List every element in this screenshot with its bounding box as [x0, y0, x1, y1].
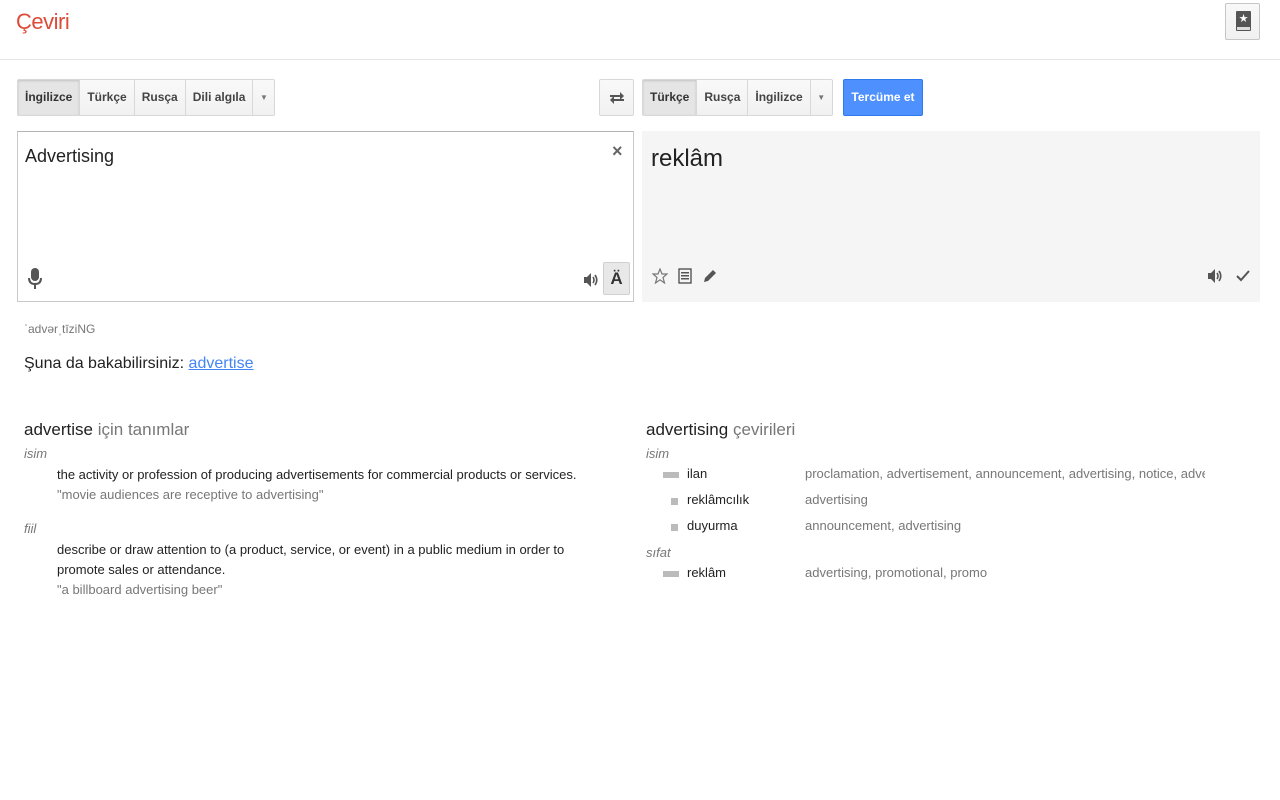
virtual-keyboard-button[interactable]: Ä [603, 262, 630, 295]
translations-title-word: advertising [646, 420, 729, 439]
phrasebook-icon: ★ [1236, 11, 1251, 31]
source-language-bar: İngilizce Türkçe Rusça Dili algıla ▼ [17, 79, 276, 116]
definition-text: describe or draw attention to (a product… [57, 542, 565, 577]
copy-icon[interactable] [678, 268, 692, 284]
frequency-bar [671, 498, 678, 505]
translations-title-suffix: çevirileri [728, 420, 796, 439]
pos-label: fiil [24, 521, 37, 536]
target-lang-russian[interactable]: Rusça [697, 79, 749, 116]
definitions-section: advertise için tanımlar isim the activit… [24, 420, 614, 610]
reverse-translations[interactable]: advertising, promotional, promo [805, 560, 1205, 586]
see-also-prefix: Şuna da bakabilirsiniz: [24, 355, 189, 372]
translation-row: ilan proclamation, advertisement, announ… [646, 461, 1260, 487]
source-text-area[interactable]: Advertising × Ä [17, 131, 634, 302]
reverse-translations[interactable]: advertising [805, 487, 1205, 513]
frequency-bar [671, 524, 678, 531]
clear-icon[interactable]: × [612, 142, 623, 160]
source-lang-dropdown[interactable]: ▼ [253, 79, 276, 116]
source-lang-english[interactable]: İngilizce [17, 79, 81, 116]
frequency-bar [663, 571, 679, 577]
transliteration: ˈadvərˌtīziNG [24, 322, 96, 336]
pos-label: isim [646, 446, 670, 461]
speaker-icon[interactable] [583, 272, 599, 288]
source-lang-russian[interactable]: Rusça [134, 79, 186, 116]
definition-example: "a billboard advertising beer" [57, 582, 223, 597]
see-also-link[interactable]: advertise [189, 355, 254, 372]
target-lang-dropdown[interactable]: ▼ [810, 79, 833, 116]
target-lang-english[interactable]: İngilizce [748, 79, 811, 116]
translations-section: advertising çevirileri isim ilan proclam… [646, 420, 1260, 610]
translate-button[interactable]: Tercüme et [843, 79, 923, 116]
translation-actions-left [652, 268, 718, 284]
source-lang-turkish[interactable]: Türkçe [80, 79, 135, 116]
app-title[interactable]: Çeviri [16, 9, 70, 35]
frequency-bar [663, 472, 679, 478]
translation-output-area: reklâm [642, 131, 1260, 302]
definitions-title-suffix: için tanımlar [92, 420, 190, 439]
see-also: Şuna da bakabilirsiniz: advertise [24, 355, 253, 373]
target-language-bar: Türkçe Rusça İngilizce ▼ [642, 79, 833, 116]
translation-row: reklâm advertising, promotional, promo [646, 560, 1260, 586]
top-bar: Çeviri ★ [0, 0, 1280, 60]
definition-text: the activity or profession of producing … [57, 467, 577, 482]
definitions-title: advertise için tanımlar [24, 420, 614, 440]
definition-example: "movie audiences are receptive to advert… [57, 487, 324, 502]
reverse-translations[interactable]: proclamation, advertisement, announcemen… [805, 461, 1205, 487]
checkmark-icon[interactable] [1235, 268, 1251, 284]
translations-title: advertising çevirileri [646, 420, 1260, 440]
edit-pencil-icon[interactable] [702, 268, 718, 284]
definitions-title-word: advertise [24, 420, 93, 439]
target-lang-turkish[interactable]: Türkçe [642, 79, 698, 116]
translation-word[interactable]: reklâm [687, 560, 726, 586]
swap-languages-button[interactable] [599, 79, 634, 116]
microphone-icon[interactable] [28, 268, 42, 290]
translation-word[interactable]: ilan [687, 461, 707, 487]
star-icon[interactable] [652, 268, 668, 284]
translation-row: reklâmcılık advertising [646, 487, 1260, 513]
swap-icon [610, 92, 624, 104]
phrasebook-button[interactable]: ★ [1225, 3, 1260, 40]
speaker-icon[interactable] [1207, 268, 1223, 284]
translation-row: duyurma announcement, advertising [646, 513, 1260, 539]
translation-word[interactable]: reklâmcılık [687, 487, 749, 513]
translation-actions-right [1207, 268, 1251, 284]
source-text[interactable]: Advertising [25, 146, 114, 167]
pos-label: isim [24, 446, 48, 461]
translation-word[interactable]: duyurma [687, 513, 738, 539]
reverse-translations[interactable]: announcement, advertising [805, 513, 1205, 539]
pos-label: sıfat [646, 545, 671, 560]
translation-text[interactable]: reklâm [651, 145, 723, 173]
source-lang-detect[interactable]: Dili algıla [185, 79, 254, 116]
